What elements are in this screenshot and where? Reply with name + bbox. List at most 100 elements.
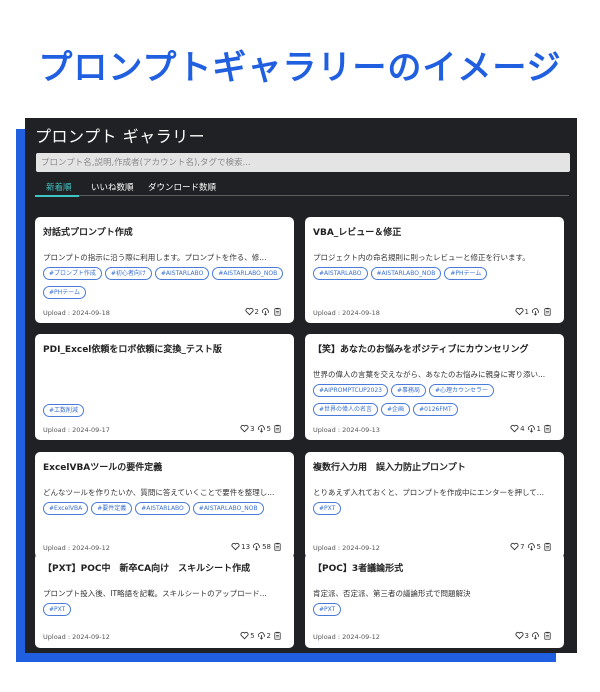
upload-date: Upload : 2024-09-13 [313, 426, 380, 434]
tag-chip[interactable]: #AISTARLABO [313, 267, 368, 280]
copy-button[interactable] [273, 307, 282, 316]
prompt-card[interactable]: 【PXT】POC中 新卒CA向け スキルシート作成 プロンプト投入後、IT略語を記… [35, 553, 294, 648]
tag-chip[interactable]: #工数削減 [43, 404, 85, 417]
download-button[interactable]: 58 [252, 542, 271, 551]
card-stats: 41 [510, 424, 552, 433]
copy-button[interactable] [273, 542, 282, 551]
clipboard-icon [543, 307, 552, 316]
tag-chip[interactable]: #AISTARLABO [135, 502, 190, 515]
card-description: プロンプト投入後、IT略語を記載。スキルシートのアップロード... [43, 589, 267, 598]
like-button[interactable]: 5 [240, 631, 255, 640]
tag-chip[interactable]: #AIPROMPTCUP2023 [313, 384, 388, 397]
tag-chip[interactable]: #PXT [313, 603, 342, 616]
tag-chip[interactable]: #ExcelVBA [43, 502, 89, 515]
like-button[interactable]: 3 [240, 424, 255, 433]
card-title: VBA_レビュー＆修正 [313, 228, 402, 238]
cloud-download-icon [257, 424, 266, 433]
tag-chip[interactable]: #心理カウンセラー [429, 384, 495, 397]
card-description: どんなツールを作りたいか、質問に答えていくことで要件を整理し... [43, 488, 275, 497]
prompt-card[interactable]: 【笑】あなたのお悩みをポジティブにカウンセリング 世界の偉人の言葉を交えながら、あ… [305, 334, 564, 440]
cloud-download-icon [257, 631, 266, 640]
tag-chip[interactable]: #AISTARLABO_NOB [212, 267, 284, 280]
prompt-card[interactable]: 複数行入力用 誤入力防止プロンプト とりあえず入れておくと、プロンプトを作成中にエ… [305, 452, 564, 558]
prompt-card[interactable]: VBA_レビュー＆修正 プロジェクト内の命名規則に則ったレビューと修正を行います。… [305, 217, 564, 323]
download-button[interactable]: 1 [527, 424, 541, 433]
tag-chip[interactable]: #事務局 [391, 384, 427, 397]
download-button[interactable]: 2 [257, 631, 271, 640]
tag-chip[interactable]: #PHテーム [444, 267, 488, 280]
copy-button[interactable] [543, 631, 552, 640]
tab-likes[interactable]: いいね数順 [91, 181, 134, 193]
tag-chip[interactable]: #0126FMT [413, 403, 458, 416]
copy-button[interactable] [543, 307, 552, 316]
tag-chip[interactable]: #PXT [313, 502, 342, 515]
like-count: 2 [254, 307, 259, 316]
like-count: 1 [524, 307, 529, 316]
copy-button[interactable] [543, 542, 552, 551]
tag-chip[interactable]: #プロンプト作成 [43, 267, 102, 280]
heart-icon [240, 424, 249, 433]
prompt-card[interactable]: PDI_Excel依頼をロボ依頼に変換_テスト版 #工数削減 Upload : 20… [35, 334, 294, 440]
download-count: 2 [266, 631, 271, 640]
copy-button[interactable] [273, 424, 282, 433]
gallery-panel: プロンプト ギャラリー 新着順 いいね数順 ダウンロード数順 対話式プロンプト作… [25, 118, 577, 653]
card-description: 肯定派、否定派、第三者の議論形式で問題解決 [313, 589, 471, 598]
tag-list: #PXT [313, 502, 558, 521]
tag-chip[interactable]: #要件定義 [91, 502, 133, 515]
tag-chip[interactable]: #AISTARLABO [154, 267, 210, 280]
like-button[interactable]: 3 [514, 631, 529, 640]
download-button[interactable]: 5 [257, 424, 271, 433]
card-stats: 13 58 [231, 542, 282, 551]
page-headline: プロンプトギャラリーのイメージ [38, 48, 562, 88]
prompt-card[interactable]: 【POC】3者議論形式 肯定派、否定派、第三者の議論形式で問題解決 #PXT Uplo… [305, 553, 564, 648]
like-count: 4 [520, 424, 525, 433]
tag-chip[interactable]: #PHテーム [43, 286, 86, 299]
tag-chip[interactable]: #PXT [43, 603, 72, 616]
download-button[interactable] [261, 307, 271, 316]
upload-date: Upload : 2024-09-12 [43, 544, 110, 552]
card-description: 世界の偉人の言葉を交えながら、あなたのお悩みに親身に寄り添い... [313, 370, 546, 379]
card-stats: 35 [240, 424, 282, 433]
download-button[interactable]: 5 [527, 542, 541, 551]
copy-button[interactable] [273, 631, 282, 640]
upload-date: Upload : 2024-09-12 [313, 633, 380, 641]
card-stats: 1 [514, 307, 552, 316]
clipboard-icon [543, 424, 552, 433]
tag-chip[interactable]: #AISTARLABO_NOB [192, 502, 264, 515]
clipboard-icon [273, 542, 282, 551]
copy-button[interactable] [543, 424, 552, 433]
like-button[interactable]: 4 [510, 424, 525, 433]
prompt-card[interactable]: ExcelVBAツールの要件定義 どんなツールを作りたいか、質問に答えていくことで… [35, 452, 294, 558]
like-count: 3 [250, 424, 255, 433]
tab-downloads[interactable]: ダウンロード数順 [148, 181, 216, 193]
card-stats: 3 [514, 631, 552, 640]
like-count: 7 [520, 542, 525, 551]
heart-icon [244, 307, 254, 316]
tag-chip[interactable]: #企画 [381, 403, 411, 416]
card-title: 複数行入力用 誤入力防止プロンプト [313, 463, 466, 473]
cloud-download-icon [527, 542, 536, 551]
prompt-card[interactable]: 対話式プロンプト作成 プロンプトの指示に沿う際に利用します。プロンプトを作る、修.… [35, 217, 294, 323]
download-count: 5 [536, 542, 541, 551]
like-count: 3 [524, 631, 529, 640]
like-button[interactable]: 13 [231, 542, 250, 551]
tag-list: #PXT [313, 603, 558, 622]
clipboard-icon [543, 542, 552, 551]
like-button[interactable]: 1 [514, 307, 529, 316]
download-button[interactable] [531, 307, 541, 316]
tag-chip[interactable]: #AISTARLABO_NOB [370, 267, 442, 280]
like-button[interactable]: 7 [510, 542, 525, 551]
download-count: 1 [536, 424, 541, 433]
search-input[interactable] [36, 153, 570, 172]
cloud-download-icon [527, 424, 536, 433]
card-title: PDI_Excel依頼をロボ依頼に変換_テスト版 [43, 345, 222, 355]
download-button[interactable] [531, 631, 541, 640]
like-button[interactable]: 2 [244, 307, 259, 316]
heart-icon [514, 307, 524, 316]
upload-date: Upload : 2024-09-17 [43, 426, 110, 434]
tag-chip[interactable]: #初心者向け [104, 267, 152, 280]
tab-newest[interactable]: 新着順 [46, 181, 72, 193]
app-title: プロンプト ギャラリー [35, 127, 206, 146]
active-tab-underline [35, 195, 79, 197]
tag-chip[interactable]: #世界の偉人の名言 [313, 403, 379, 416]
